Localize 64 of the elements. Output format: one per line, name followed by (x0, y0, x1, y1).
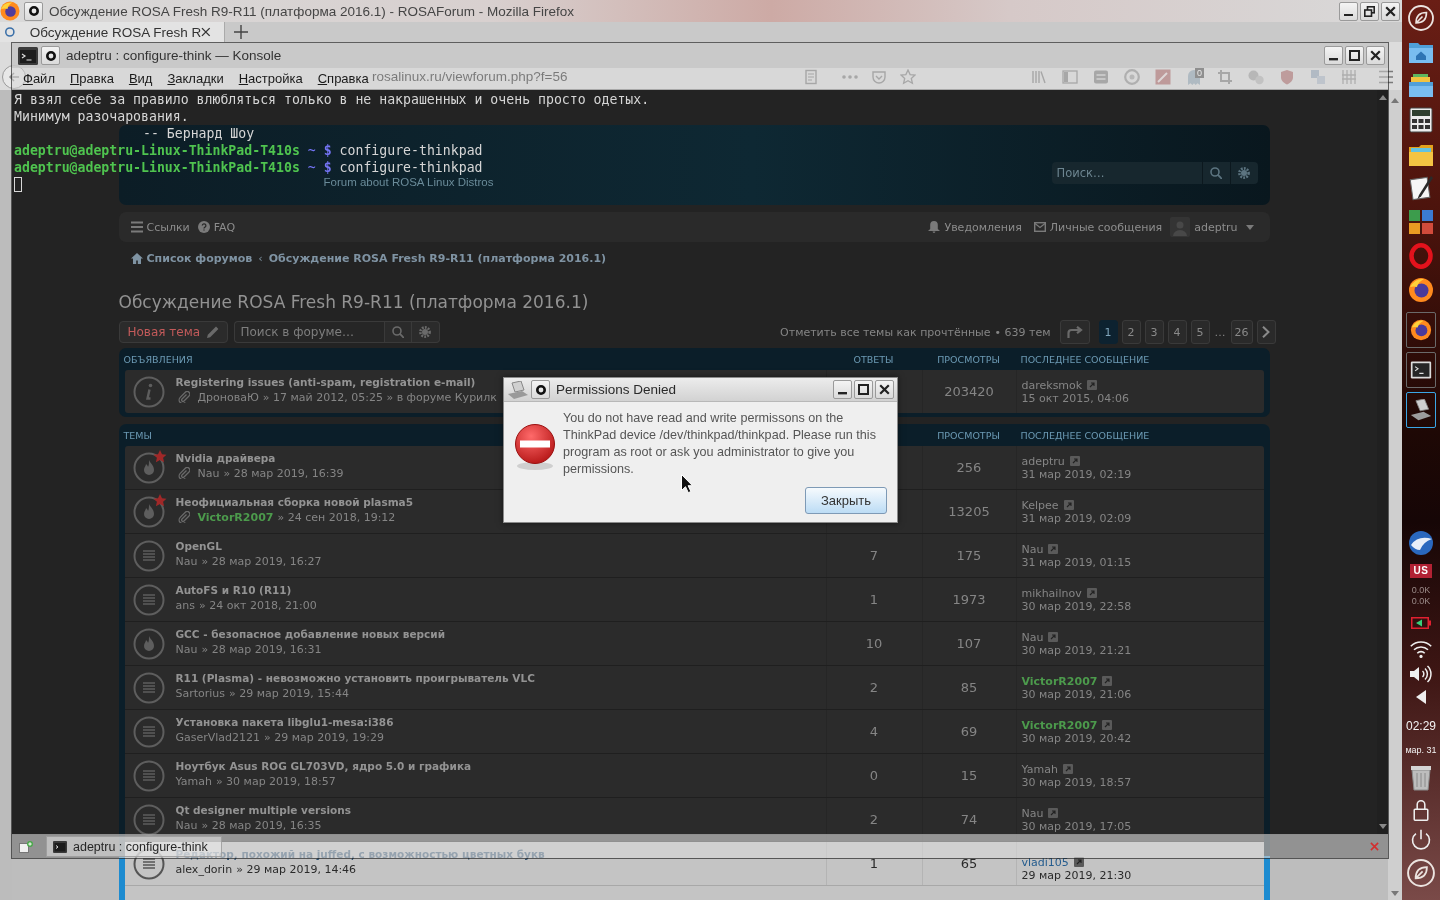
reply-count: 2 (869, 680, 879, 695)
reply-count: 2 (869, 812, 879, 827)
site-description: Forum about ROSA Linux Distros (323, 176, 494, 188)
view-count: 15 (960, 768, 978, 783)
post-time: » 17 май 2012, 05:25 » в форуме Курилк (262, 390, 497, 404)
network-speed: 0.0K (1411, 585, 1431, 596)
reply-count: 4 (869, 724, 879, 739)
reply-count: 10 (865, 636, 883, 651)
post-time: » 28 мар 2019, 16:27 (201, 554, 322, 568)
page-ellipsis: … (1213, 325, 1227, 339)
column-header: ПОСЛЕДНЕЕ СООБЩЕНИЕ (1020, 429, 1150, 441)
view-count: 13205 (948, 504, 990, 519)
post-time: 30 мар 2019, 21:06 (1021, 688, 1132, 702)
column-header: ОТВЕТЫ (853, 353, 894, 365)
window-title: Обсуждение ROSA Fresh R9-R11 (платформа 2016.1) - ROSAForum - Mozilla Firefox (49, 3, 574, 19)
network-speed: 0.0K (1411, 596, 1431, 607)
post-time: » 29 мар 2019, 15:44 (229, 686, 349, 700)
window-title: adeptru : configure-think — Konsole (66, 48, 282, 63)
view-count: 65 (960, 856, 978, 871)
view-count: 107 (956, 636, 982, 651)
post-time: 31 мар 2019, 02:09 (1021, 512, 1132, 526)
post-time: 30 мар 2019, 21:21 (1021, 644, 1132, 658)
view-count: 85 (960, 680, 978, 695)
reply-count: 1 (869, 856, 879, 871)
reply-count: 7 (869, 548, 879, 563)
topic-count: • 639 тем (994, 325, 1051, 339)
dialog-title: Permissions Denied (556, 382, 677, 397)
page-title: Обсуждение ROSA Fresh R9-R11 (платформа 2016.1) (118, 291, 589, 314)
view-count: 256 (956, 460, 982, 475)
terminal-line: adeptru@adeptru-Linux-ThinkPad-T410s ~ $ configure-thinkpad (14, 159, 483, 176)
terminal-line: -- Бернард Шоу (143, 125, 255, 142)
post-time: » 28 мар 2019, 16:31 (201, 642, 322, 656)
post-time: 30 мар 2019, 17:05 (1021, 820, 1132, 834)
post-time: 30 мар 2019, 18:57 (1021, 776, 1132, 790)
dialog-message: You do not have read and write permissons on the ThinkPad device /dev/thinkpad/thinkpad. Please run this program as root or ask you administrator to give you permissions. (563, 410, 877, 478)
post-time: 30 мар 2019, 20:42 (1021, 732, 1132, 746)
post-time: 30 мар 2019, 22:58 (1021, 600, 1132, 614)
post-time: » 28 мар 2019, 16:35 (201, 818, 322, 832)
post-time: » 24 окт 2018, 21:00 (198, 598, 317, 612)
view-count: 203420 (944, 384, 994, 399)
post-time: 31 мар 2019, 01:15 (1021, 556, 1132, 570)
post-time: 31 мар 2019, 02:19 (1021, 468, 1132, 482)
post-time: » 30 мар 2019, 18:57 (215, 774, 336, 788)
column-header: ПРОСМОТРЫ (937, 429, 1000, 441)
view-count: 69 (960, 724, 978, 739)
column-header: ТЕМЫ (123, 429, 152, 441)
reply-count: 0 (869, 768, 879, 783)
post-time: » 29 мар 2019, 19:29 (264, 730, 385, 744)
breadcrumb-separator: ‹ (258, 251, 263, 265)
terminal-line: adeptru@adeptru-Linux-ThinkPad-T410s ~ $ configure-thinkpad (14, 142, 483, 159)
column-header: ОБЪЯВЛЕНИЯ (123, 353, 193, 365)
view-count: 175 (956, 548, 982, 563)
terminal-line: Минимум разочарования. (14, 108, 189, 125)
post-time: 29 мар 2019, 21:30 (1021, 869, 1132, 883)
post-time: 15 окт 2015, 04:06 (1021, 392, 1129, 406)
post-time: » 24 сен 2018, 19:12 (277, 510, 396, 524)
column-header: ПОСЛЕДНЕЕ СООБЩЕНИЕ (1020, 353, 1150, 365)
reply-count: 1 (869, 592, 879, 607)
view-count: 1973 (952, 592, 986, 607)
terminal-line: Я взял себе за правило влюбляться только в не накрашенных и очень просто одетых. (14, 91, 650, 108)
post-time: » 28 мар 2019, 16:39 (223, 466, 344, 480)
column-header: ПРОСМОТРЫ (937, 353, 1000, 365)
view-count: 74 (960, 812, 978, 827)
post-time: » 29 мар 2019, 14:46 (236, 862, 357, 876)
